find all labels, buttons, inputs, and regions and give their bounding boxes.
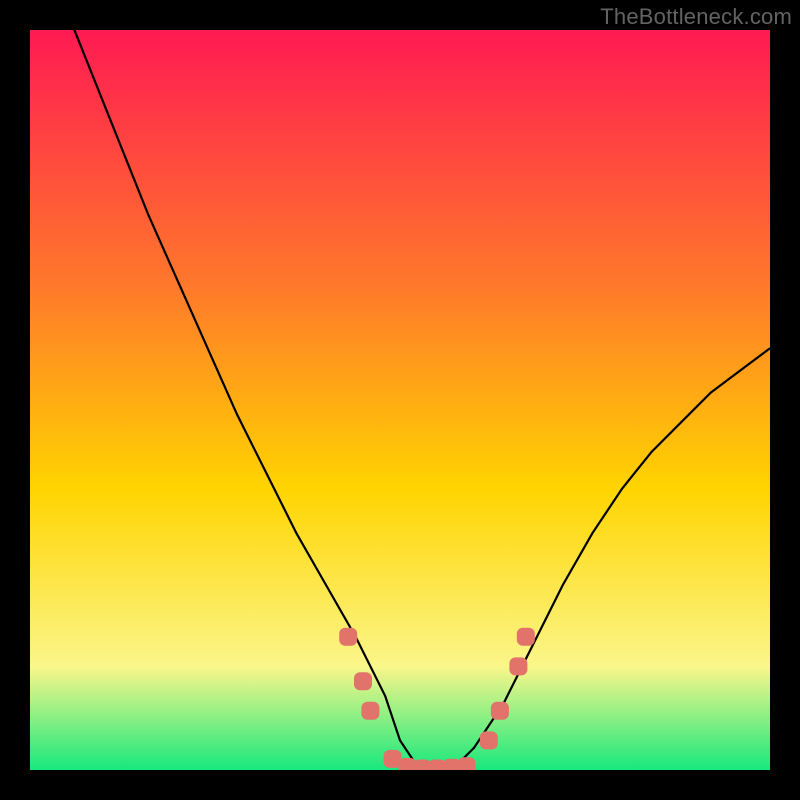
- curve-marker: [458, 757, 476, 770]
- chart-frame: TheBottleneck.com: [0, 0, 800, 800]
- watermark-text: TheBottleneck.com: [600, 4, 792, 30]
- curve-marker: [361, 702, 379, 720]
- curve-marker: [480, 731, 498, 749]
- curve-marker: [509, 657, 527, 675]
- curve-marker: [491, 702, 509, 720]
- bottleneck-chart: [30, 30, 770, 770]
- curve-marker: [354, 672, 372, 690]
- curve-marker: [517, 628, 535, 646]
- curve-marker: [339, 628, 357, 646]
- plot-background: [30, 30, 770, 770]
